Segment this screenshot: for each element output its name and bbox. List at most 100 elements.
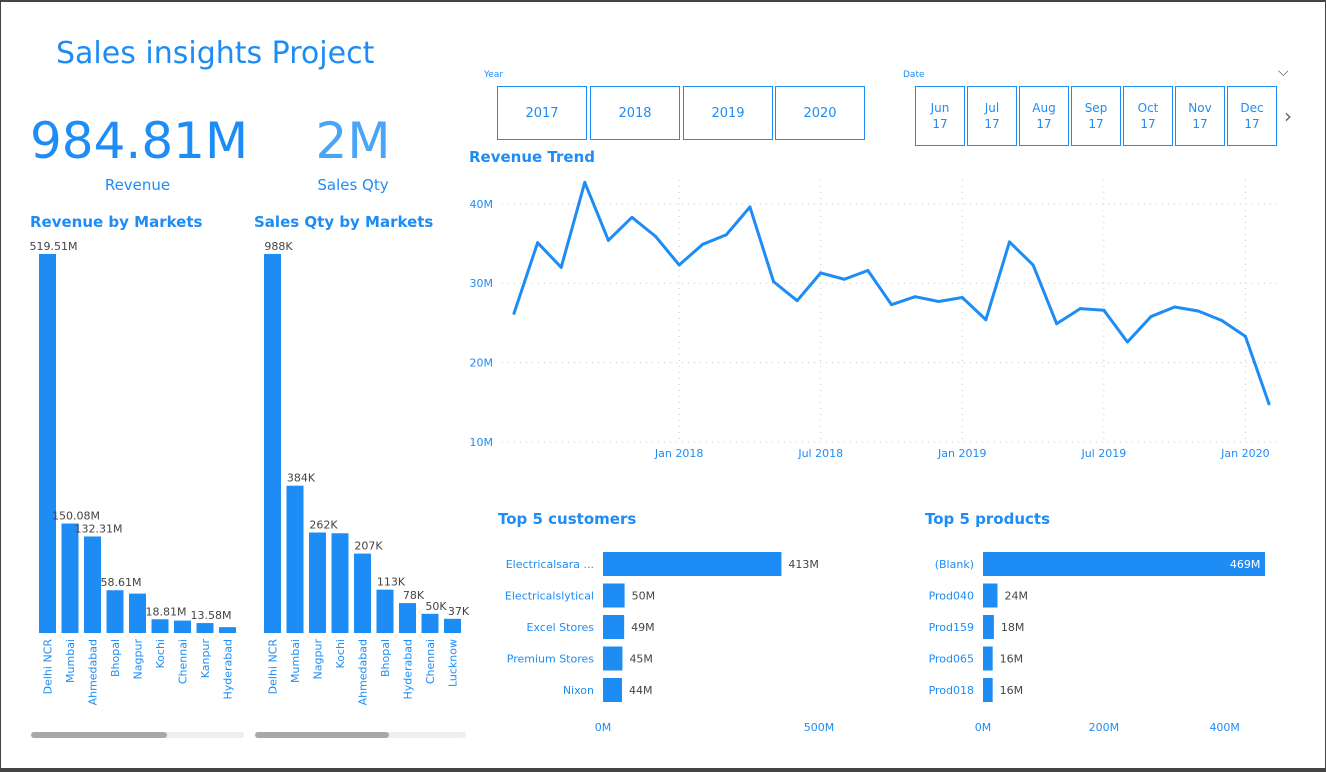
hbar[interactable]: [983, 552, 1265, 576]
x-tick-label: Bhopal: [109, 639, 122, 677]
trend-point[interactable]: [984, 318, 988, 322]
trend-point[interactable]: [512, 311, 516, 315]
y-tick-label: 10M: [470, 436, 494, 449]
trend-point[interactable]: [1007, 240, 1011, 244]
month-button-sep[interactable]: Sep 17: [1071, 86, 1121, 146]
trend-point[interactable]: [1078, 307, 1082, 311]
year-slicer-label: Year: [484, 70, 504, 80]
year-2019-button[interactable]: 2019: [683, 86, 773, 140]
hbar[interactable]: [603, 646, 623, 671]
bar-lucknow[interactable]: [444, 618, 461, 633]
x-tick-label: Jul 2019: [1080, 447, 1126, 460]
top-customers-chart: Electricalsara ... 413M Electricalslytical…: [505, 552, 834, 734]
month-year-label: 17: [984, 117, 1000, 131]
month-year-label: 17: [1192, 117, 1208, 131]
bar-data-label: 44M: [629, 684, 653, 697]
hbar[interactable]: [603, 678, 623, 702]
bar-kochi[interactable]: [151, 619, 169, 633]
trend-point[interactable]: [819, 271, 823, 275]
trend-point[interactable]: [1196, 309, 1200, 313]
x-tick-label: Bhopal: [379, 639, 392, 677]
category-label: Prod065: [929, 653, 974, 666]
trend-point[interactable]: [795, 299, 799, 303]
bar-nagpur[interactable]: [309, 532, 326, 633]
chevron-down-icon[interactable]: ⌵: [1278, 64, 1289, 80]
trend-point[interactable]: [559, 265, 563, 269]
trend-point[interactable]: [654, 234, 658, 238]
trend-point[interactable]: [724, 233, 728, 237]
month-button-jun[interactable]: Jun 17: [915, 86, 965, 146]
trend-point[interactable]: [1149, 315, 1153, 319]
qty-chart-scrollbar-thumb[interactable]: [255, 732, 389, 738]
bar-hyderabad[interactable]: [219, 627, 236, 633]
month-year-label: 17: [1244, 117, 1260, 131]
hbar[interactable]: [983, 678, 993, 702]
year-2018-button[interactable]: 2018: [590, 86, 680, 140]
month-button-aug[interactable]: Aug 17: [1019, 86, 1069, 146]
trend-point[interactable]: [748, 205, 752, 209]
bar-chennai[interactable]: [421, 613, 439, 633]
trend-point[interactable]: [536, 241, 540, 245]
bar-nagpur[interactable]: [129, 593, 146, 633]
bar-data-label: 58.61M: [101, 576, 142, 589]
y-tick-label: 40M: [470, 198, 494, 211]
trend-point[interactable]: [890, 303, 893, 307]
month-button-nov[interactable]: Nov 17: [1175, 86, 1225, 146]
hbar[interactable]: [603, 583, 625, 608]
x-tick-label: Mumbai: [289, 639, 302, 683]
trend-point[interactable]: [583, 180, 587, 184]
bar-data-label: 13.58M: [191, 609, 232, 622]
trend-point[interactable]: [937, 299, 941, 303]
bar-data-label: 207K: [354, 540, 383, 553]
category-label: Prod159: [929, 621, 974, 634]
hbar[interactable]: [983, 615, 994, 639]
trend-point[interactable]: [960, 296, 964, 300]
x-tick-label: Jan 2020: [1220, 447, 1269, 460]
hbar[interactable]: [603, 615, 625, 639]
trend-point[interactable]: [630, 215, 634, 219]
trend-point[interactable]: [1102, 308, 1106, 312]
month-label: Aug: [1032, 101, 1056, 115]
bar-chennai[interactable]: [174, 620, 191, 633]
trend-point[interactable]: [1267, 402, 1271, 406]
trend-point[interactable]: [1055, 322, 1059, 326]
year-2020-button[interactable]: 2020: [775, 86, 865, 140]
bar-ahmedabad[interactable]: [354, 553, 371, 633]
hbar[interactable]: [983, 646, 993, 671]
trend-point[interactable]: [772, 280, 776, 284]
trend-point[interactable]: [866, 269, 870, 273]
hbar[interactable]: [983, 583, 998, 608]
trend-point[interactable]: [1125, 340, 1129, 344]
category-label: Excel Stores: [527, 621, 595, 634]
month-button-dec[interactable]: Dec 17: [1227, 86, 1277, 146]
trend-point[interactable]: [677, 263, 681, 267]
month-button-oct[interactable]: Oct 17: [1123, 86, 1173, 146]
bar-kochi[interactable]: [331, 533, 349, 633]
x-tick-label: Jan 2019: [937, 447, 986, 460]
bar-bhopal[interactable]: [106, 590, 124, 633]
trend-point[interactable]: [842, 277, 846, 281]
trend-point[interactable]: [606, 238, 610, 242]
chevron-right-icon[interactable]: ›: [1284, 104, 1292, 128]
trend-point[interactable]: [913, 295, 917, 299]
trend-point[interactable]: [1031, 263, 1035, 267]
bar-bhopal[interactable]: [376, 589, 394, 633]
bar-mumbai[interactable]: [286, 485, 304, 633]
trend-point[interactable]: [701, 242, 705, 246]
bar-kanpur[interactable]: [196, 623, 214, 633]
trend-point[interactable]: [1173, 305, 1177, 309]
trend-point[interactable]: [1220, 319, 1224, 323]
bar-delhi-ncr[interactable]: [264, 254, 281, 633]
year-2017-button[interactable]: 2017: [497, 86, 587, 140]
revenue-chart-scrollbar-thumb[interactable]: [31, 732, 167, 738]
bar-hyderabad[interactable]: [399, 603, 416, 633]
bar-delhi-ncr[interactable]: [39, 254, 56, 633]
month-button-jul[interactable]: Jul 17: [967, 86, 1017, 146]
qty-kpi-value: 2M: [315, 112, 391, 170]
bar-data-label: 113K: [377, 576, 406, 589]
bar-mumbai[interactable]: [61, 523, 79, 633]
bar-ahmedabad[interactable]: [84, 536, 101, 633]
trend-point[interactable]: [1243, 334, 1247, 338]
revenue-trend-line[interactable]: [512, 180, 1271, 405]
hbar[interactable]: [603, 552, 782, 576]
